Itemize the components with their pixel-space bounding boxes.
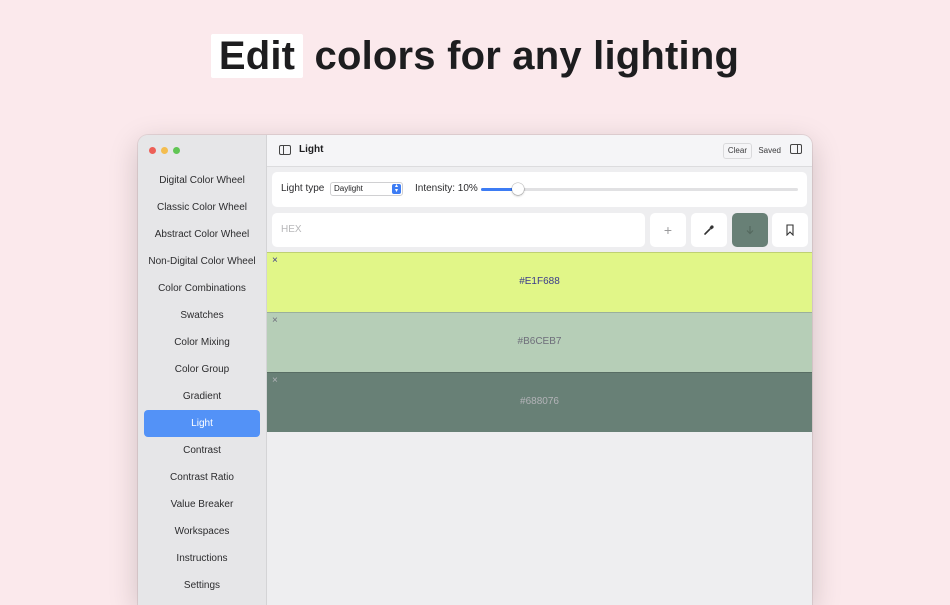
select-arrows-icon: ▴ ▾ [392,183,401,194]
download-button[interactable] [732,213,768,247]
arrow-down-icon [746,226,754,235]
sidebar-item-instructions[interactable]: Instructions [144,545,260,572]
inspector-toggle-icon[interactable] [790,144,802,154]
sidebar-item-gradient[interactable]: Gradient [144,383,260,410]
sidebar-item-abstract-color-wheel[interactable]: Abstract Color Wheel [144,221,260,248]
swatch-hex-label: #688076 [520,396,559,407]
intensity-slider-knob[interactable] [512,183,524,195]
sidebar: Digital Color Wheel Classic Color Wheel … [138,135,267,605]
headline-text: colors for any lighting [303,34,740,78]
sidebar-item-settings[interactable]: Settings [144,572,260,599]
color-swatch[interactable]: × #688076 [267,372,812,432]
sidebar-item-workspaces[interactable]: Workspaces [144,518,260,545]
titlebar: Light Clear Saved [267,135,812,167]
page-headline: Edit colors for any lighting [0,30,950,82]
close-icon[interactable]: × [272,376,278,386]
sidebar-nav: Digital Color Wheel Classic Color Wheel … [138,167,266,599]
sidebar-item-light[interactable]: Light [144,410,260,437]
intensity-label: Intensity: 10% [415,183,478,194]
light-type-value: Daylight [334,184,363,193]
sidebar-toggle-icon[interactable] [279,145,291,155]
headline-highlight: Edit [210,34,304,78]
window-title: Light [299,144,324,155]
sidebar-item-contrast-ratio[interactable]: Contrast Ratio [144,464,260,491]
clear-button[interactable]: Clear [722,143,752,159]
sidebar-item-contrast[interactable]: Contrast [144,437,260,464]
color-swatch[interactable]: × #B6CEB7 [267,312,812,372]
light-type-label: Light type [281,183,325,194]
color-swatch[interactable]: × #E1F688 [267,252,812,312]
zoom-window-button[interactable] [173,147,180,154]
sidebar-item-digital-color-wheel[interactable]: Digital Color Wheel [144,167,260,194]
light-type-select[interactable]: Daylight ▴ ▾ [330,182,403,196]
add-color-button[interactable]: + [650,213,686,247]
swatch-hex-label: #E1F688 [519,276,560,287]
sidebar-item-color-group[interactable]: Color Group [144,356,260,383]
swatch-hex-label: #B6CEB7 [517,336,562,347]
sidebar-item-non-digital-color-wheel[interactable]: Non-Digital Color Wheel [144,248,260,275]
sidebar-item-color-combinations[interactable]: Color Combinations [144,275,260,302]
intensity-slider[interactable] [481,183,798,195]
app-window: Digital Color Wheel Classic Color Wheel … [138,135,812,605]
minimize-window-button[interactable] [161,147,168,154]
sidebar-item-swatches[interactable]: Swatches [144,302,260,329]
plus-icon: + [663,222,673,238]
sidebar-item-color-mixing[interactable]: Color Mixing [144,329,260,356]
eyedropper-button[interactable] [691,213,727,247]
hex-input[interactable]: HEX [272,213,645,247]
hex-entry-row: HEX + [272,213,808,247]
sidebar-item-classic-color-wheel[interactable]: Classic Color Wheel [144,194,260,221]
window-controls [149,147,180,154]
saved-button[interactable]: Saved [753,143,786,159]
light-settings-panel: Light type Daylight ▴ ▾ Intensity: 10% [272,172,807,207]
close-icon[interactable]: × [272,256,278,266]
eyedropper-icon [704,225,714,235]
close-icon[interactable]: × [272,316,278,326]
sidebar-item-value-breaker[interactable]: Value Breaker [144,491,260,518]
bookmark-button[interactable] [772,213,808,247]
close-window-button[interactable] [149,147,156,154]
intensity-slider-fill [481,188,513,191]
bookmark-icon [786,224,794,236]
